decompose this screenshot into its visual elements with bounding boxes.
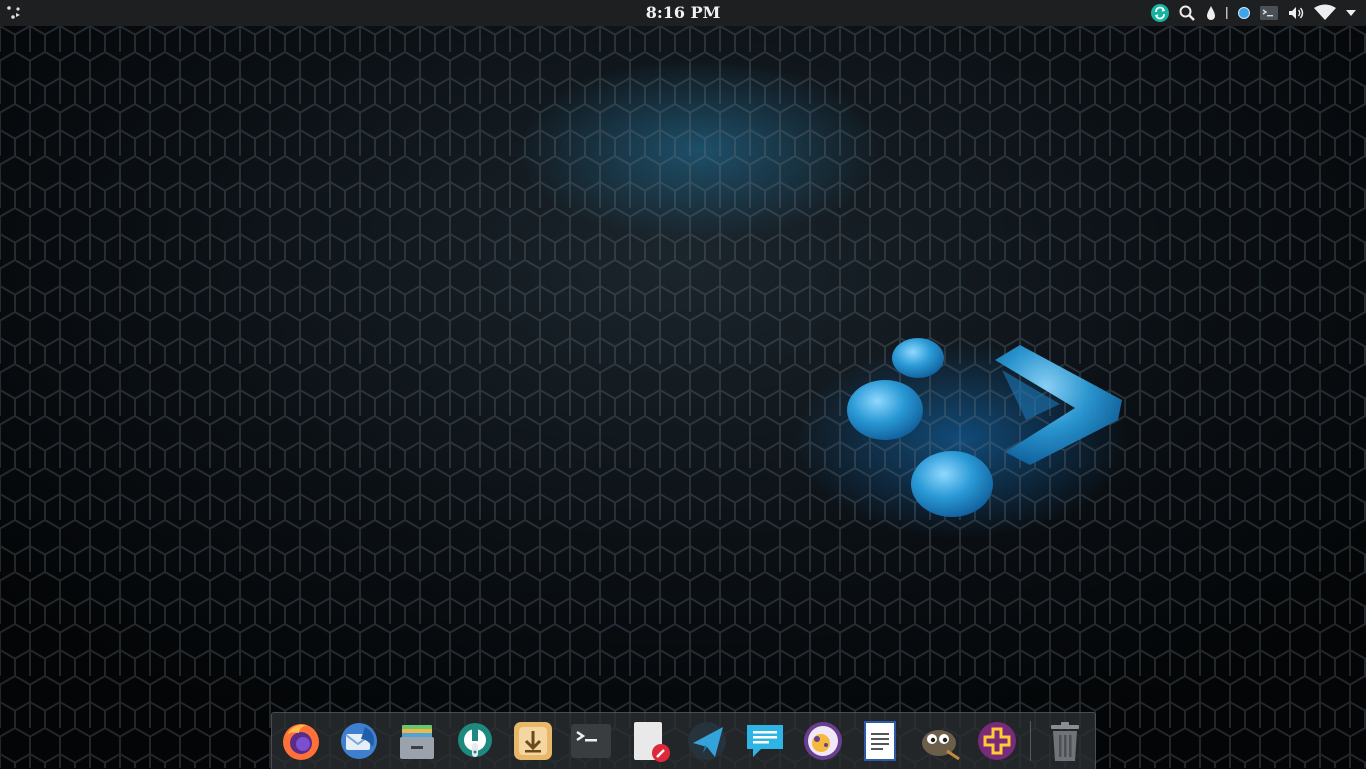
- settings-wrench-icon[interactable]: [453, 719, 497, 763]
- droplet-icon[interactable]: [1204, 3, 1218, 23]
- terminal-icon[interactable]: [569, 719, 613, 763]
- system-tray: [1150, 3, 1358, 23]
- volume-icon[interactable]: [1286, 3, 1306, 23]
- telegram-icon[interactable]: [685, 719, 729, 763]
- desktop-wallpaper: [0, 0, 1366, 768]
- search-icon[interactable]: [1177, 3, 1197, 23]
- download-manager-icon[interactable]: [511, 719, 555, 763]
- sync-icon[interactable]: [1150, 3, 1170, 23]
- chat-messages-icon[interactable]: [743, 719, 787, 763]
- firefox-icon[interactable]: [279, 719, 323, 763]
- terminal-indicator-icon[interactable]: [1259, 3, 1279, 23]
- top-panel: 8:16 PM: [0, 0, 1366, 26]
- thunderbird-mail-icon[interactable]: [337, 719, 381, 763]
- night-light-icon[interactable]: [1236, 3, 1252, 23]
- text-editor-icon[interactable]: [627, 719, 671, 763]
- cheese-camera-icon[interactable]: [801, 719, 845, 763]
- app-menu-icon[interactable]: [4, 3, 24, 23]
- dropdown-arrow-icon[interactable]: [1344, 3, 1358, 23]
- dock: [271, 712, 1096, 769]
- divider: [1225, 3, 1229, 23]
- add-software-icon[interactable]: [975, 719, 1019, 763]
- wifi-icon[interactable]: [1313, 3, 1337, 23]
- gimp-icon[interactable]: [917, 719, 961, 763]
- dock-separator: [1030, 721, 1031, 761]
- document-viewer-icon[interactable]: [859, 719, 903, 763]
- file-manager-icon[interactable]: [395, 719, 439, 763]
- trash-icon[interactable]: [1043, 719, 1087, 763]
- clock[interactable]: 8:16 PM: [646, 3, 721, 22]
